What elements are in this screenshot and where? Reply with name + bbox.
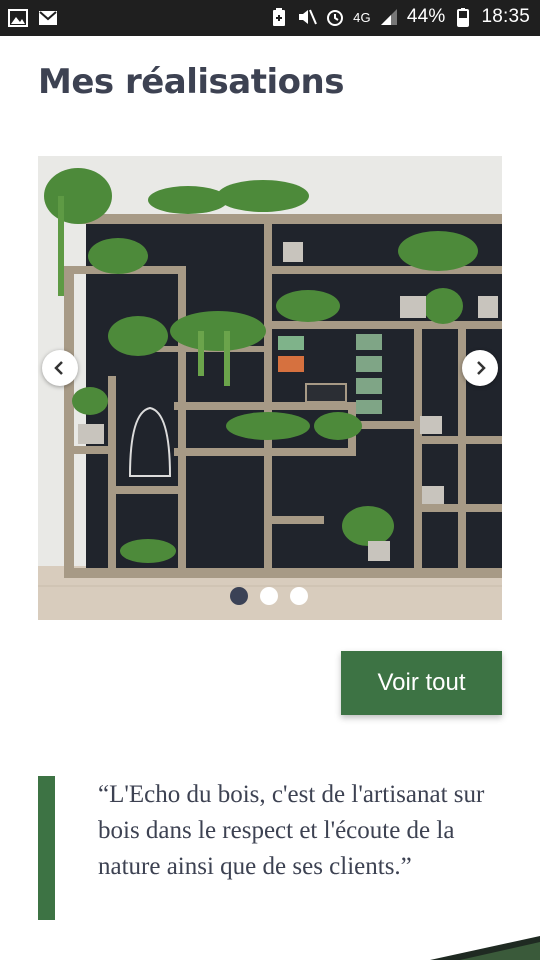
voir-tout-button[interactable]: Voir tout [341, 651, 502, 715]
page-title: Mes réalisations [38, 62, 344, 102]
signal-icon [380, 9, 397, 25]
partial-image [430, 936, 540, 960]
battery-percentage: 44% [406, 6, 446, 27]
carousel-dot-3[interactable] [290, 587, 308, 605]
mute-icon [299, 9, 317, 25]
status-bar: 4G 44% 18:35 [0, 0, 540, 36]
quote-text: “L'Echo du bois, c'est de l'artisanat su… [98, 781, 485, 880]
alarm-icon [327, 10, 344, 26]
carousel-next-button[interactable] [462, 350, 498, 386]
carousel-dot-2[interactable] [260, 587, 278, 605]
carousel[interactable] [38, 156, 502, 620]
network-type: 4G [353, 9, 371, 25]
battery-saver-icon [273, 8, 286, 26]
clock: 18:35 [481, 6, 530, 27]
carousel-prev-button[interactable] [42, 350, 78, 386]
carousel-pagination [230, 587, 308, 605]
chevron-right-icon [477, 361, 486, 375]
carousel-dot-1[interactable] [230, 587, 248, 605]
battery-icon [457, 8, 470, 27]
chevron-left-icon [54, 361, 63, 375]
mail-icon [39, 11, 57, 25]
carousel-image [38, 156, 502, 620]
quote-accent-bar [38, 776, 55, 920]
image-icon [8, 9, 28, 27]
